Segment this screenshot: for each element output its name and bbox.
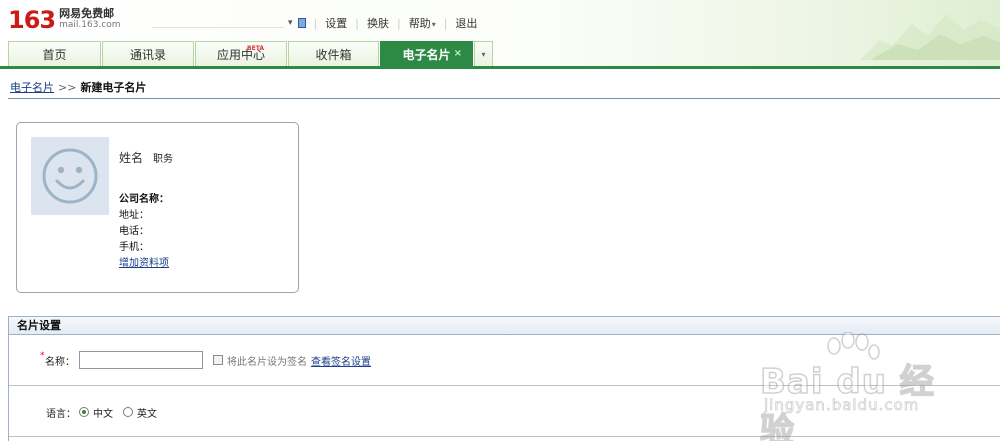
main-tabs: 首页 通讯录 应用中心 BETA 收件箱 电子名片 × ▾	[8, 41, 493, 66]
help-label: 帮助	[408, 17, 431, 30]
tab-label: 首页	[42, 47, 67, 62]
breadcrumb-parent-link[interactable]: 电子名片	[10, 79, 54, 95]
divider: |	[396, 16, 401, 30]
logout-link[interactable]: 退出	[455, 15, 477, 31]
card-phone: 电话：	[119, 226, 149, 237]
breadcrumb-separator: >>	[58, 80, 77, 94]
card-job-title: 职务	[153, 154, 174, 165]
beta-badge: BETA	[247, 45, 264, 52]
logo-number: 163	[8, 6, 56, 34]
smiley-face-icon	[42, 148, 98, 204]
more-tabs-chevron-icon[interactable]: ▾	[474, 41, 493, 66]
settings-link[interactable]: 设置	[325, 15, 347, 31]
logo-domain: mail.163.com	[59, 20, 121, 30]
card-name-row: 姓名 职务	[119, 149, 173, 166]
card-company: 公司名称：	[119, 194, 169, 205]
divider: |	[355, 16, 359, 30]
tab-business-card[interactable]: 电子名片 ×	[380, 41, 473, 66]
divider: |	[443, 16, 448, 30]
baidu-watermark: Bai du 经验 jingyan.baidu.com	[759, 332, 960, 441]
card-name: 姓名	[119, 151, 144, 165]
mail-logo[interactable]: 163 网易免费邮 mail.163.com	[8, 6, 121, 34]
language-english-label[interactable]: 英文	[137, 405, 157, 420]
set-as-signature-checkbox[interactable]	[213, 355, 223, 365]
mountain-decoration-icon	[860, 14, 1000, 60]
user-bar: ▾ | 设置 | 换肤 | 帮助▾ | 退出	[152, 15, 477, 31]
breadcrumb: 电子名片 >> 新建电子名片	[10, 79, 146, 95]
card-mobile: 手机：	[119, 242, 149, 253]
change-skin-link[interactable]: 换肤	[367, 15, 389, 31]
set-as-signature-label[interactable]: 将此名片设为签名	[227, 353, 307, 368]
breadcrumb-divider	[8, 98, 1000, 99]
tab-label: 电子名片	[402, 47, 451, 62]
language-english-radio[interactable]	[123, 407, 133, 417]
avatar[interactable]	[31, 137, 109, 215]
close-tab-icon[interactable]: ×	[454, 48, 462, 59]
header-divider	[0, 66, 1000, 69]
tab-app-center[interactable]: 应用中心 BETA	[195, 41, 287, 66]
view-signature-settings-link[interactable]: 查看签名设置	[311, 353, 371, 368]
business-card-preview: 姓名 职务 公司名称： 地址： 电话： 手机： 增加资料项	[16, 122, 299, 293]
watermark-url: jingyan.baidu.com	[764, 396, 920, 415]
card-address: 地址：	[119, 210, 149, 221]
divider: |	[313, 16, 318, 30]
user-menu-chevron-icon[interactable]: ▾	[288, 18, 293, 28]
tab-inbox[interactable]: 收件箱	[288, 41, 379, 66]
card-fields: 公司名称： 地址： 电话： 手机： 增加资料项	[119, 192, 169, 272]
tab-contacts[interactable]: 通讯录	[102, 41, 194, 66]
language-chinese-label[interactable]: 中文	[93, 405, 113, 420]
mail-header: 163 网易免费邮 mail.163.com ▾ | 设置 | 换肤 | 帮助▾…	[0, 0, 1000, 68]
help-chevron-icon: ▾	[431, 20, 436, 29]
help-link[interactable]: 帮助▾	[409, 15, 436, 31]
card-name-input[interactable]	[79, 351, 203, 369]
user-email-field[interactable]	[152, 18, 284, 28]
logo-name: 网易免费邮	[59, 7, 115, 20]
online-status-icon[interactable]	[297, 18, 306, 28]
page-title: 新建电子名片	[80, 81, 147, 94]
tab-label: 通讯录	[129, 47, 166, 62]
tab-home[interactable]: 首页	[8, 41, 101, 66]
required-mark: *	[40, 351, 45, 361]
add-field-link[interactable]: 增加资料项	[119, 256, 169, 272]
name-label: 名称：	[45, 357, 75, 368]
tab-label: 收件箱	[315, 47, 352, 62]
language-chinese-radio[interactable]	[79, 407, 89, 417]
language-label: 语言：	[46, 409, 76, 420]
